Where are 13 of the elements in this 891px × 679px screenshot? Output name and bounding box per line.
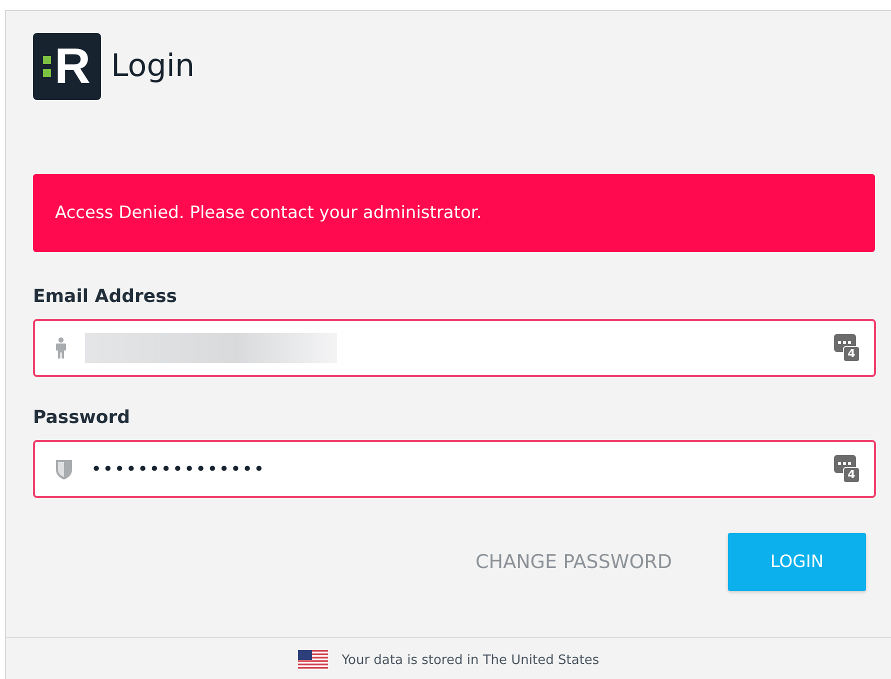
field-label: Password: [33, 407, 132, 428]
password-field[interactable]: ••••••••••••••• 4: [33, 440, 876, 498]
person-icon: [55, 337, 67, 359]
change-password-button[interactable]: CHANGE PASSWORD: [476, 533, 672, 591]
shield-icon: [55, 458, 73, 480]
alert-message: Access Denied. Please contact your administrator.: [55, 203, 482, 223]
us-flag-icon: [298, 650, 328, 670]
logo: R: [33, 32, 101, 100]
email-field[interactable]: 4: [33, 319, 876, 377]
data-location-note: Your data is stored in The United States: [342, 652, 600, 668]
password-value: •••••••••••••••: [91, 458, 266, 480]
field-label: Email Address: [33, 286, 178, 307]
page-title: Login: [111, 48, 195, 84]
